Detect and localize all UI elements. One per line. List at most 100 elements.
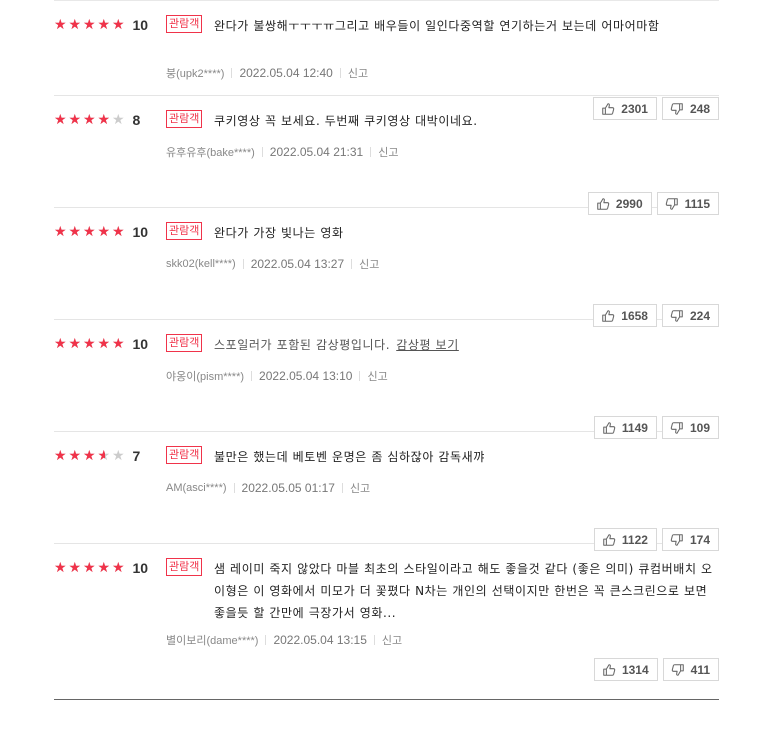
dislike-count: 411: [690, 662, 710, 677]
divider: [359, 371, 361, 381]
star-rating: ★ ★ ★ ★ ★ ★ ★ ★ ★ ★ 10: [54, 337, 148, 351]
star-fill: ★: [97, 561, 111, 575]
divider: [370, 147, 372, 157]
view-review-link[interactable]: 감상평 보기: [396, 338, 459, 352]
star-icon: ★★: [97, 448, 111, 464]
star-fill: ★: [68, 113, 82, 127]
review-item: ★ ★ ★ ★ ★ ★ ★ ★ ★ ★ 10 관람객 완다가 가장 빛나는 영화 skk02(kel…: [54, 208, 719, 327]
review-item: ★ ★ ★ ★ ★ ★ ★ ★ ★ ★ 10 관람객 샘 레이미 죽지 않았다 마블 최초의 스타일…: [54, 544, 719, 700]
star-icon: ★★: [68, 112, 82, 128]
divider: [231, 68, 233, 78]
audience-badge: 관람객: [166, 334, 203, 352]
star-fill: ★: [68, 337, 82, 351]
star-fill: ★: [68, 225, 82, 239]
review-item: ★ ★ ★ ★ ★ ★ ★ ★ ★ ★ 10 관람객 완다가 불쌍해ㅜㅜㅜㅠ그리고 배우들이 일인다…: [54, 1, 719, 120]
star-fill: ★: [112, 225, 125, 239]
star-fill: ★: [83, 337, 96, 351]
review-meta: 유후유후(bake****) 2022.05.04 21:31 신고: [166, 144, 398, 160]
review-text-content: 쿠키영상 꼭 보세요. 두번째 쿠키영상 대박이네요.: [214, 114, 478, 128]
reviewer-name[interactable]: AM(asci****): [166, 482, 227, 494]
report-link[interactable]: 신고: [348, 65, 368, 81]
review-text-content: 샘 레이미 죽지 않았다 마블 최초의 스타일이라고 해도 좋을것 같다 (좋은…: [214, 562, 713, 620]
star-icon: ★★: [97, 112, 111, 128]
star-icon: ★★: [112, 224, 125, 240]
divider: [341, 483, 343, 493]
review-text: 스포일러가 포함된 감상평입니다. 감상평 보기: [214, 334, 714, 356]
review-meta: 야옹이(pism****) 2022.05.04 13:10 신고: [166, 368, 388, 384]
reviewer-name[interactable]: 유후유후(bake****): [166, 144, 255, 160]
star-icon: ★★: [97, 336, 111, 352]
divider: [251, 371, 253, 381]
report-link[interactable]: 신고: [359, 256, 379, 272]
reviewer-name[interactable]: skk02(kell****): [166, 258, 236, 270]
like-count: 1314: [621, 662, 649, 677]
review-meta: 붕(upk2****) 2022.05.04 12:40 신고: [166, 65, 368, 81]
score-value: 10: [132, 17, 149, 33]
star-fill: ★: [68, 561, 82, 575]
audience-badge: 관람객: [166, 446, 203, 464]
star-fill: ★: [83, 225, 96, 239]
star-icon: ★★: [83, 448, 96, 464]
dislike-button[interactable]: 411: [662, 658, 719, 681]
star-icon: ★★: [68, 17, 82, 33]
reviewer-name[interactable]: 별이보리(dame****): [166, 632, 258, 648]
star-fill: ★: [97, 225, 111, 239]
review-date: 2022.05.04 13:27: [250, 257, 345, 271]
score-value: 10: [132, 336, 149, 352]
star-fill: ★: [97, 449, 105, 463]
star-rating: ★★★★★★★★★★7: [54, 449, 140, 463]
divider: [351, 259, 353, 269]
star-fill: ★: [97, 18, 111, 32]
review-date: 2022.05.04 21:31: [269, 145, 364, 159]
reviewer-name[interactable]: 야옹이(pism****): [166, 368, 244, 384]
score-value: 8: [132, 112, 141, 128]
review-text-content: 완다가 불쌍해ㅜㅜㅜㅠ그리고 배우들이 일인다중역할 연기하는거 보는데 어마어…: [214, 19, 660, 33]
report-link[interactable]: 신고: [350, 480, 370, 496]
star-fill: ★: [83, 561, 96, 575]
review-date: 2022.05.04 12:40: [239, 66, 333, 80]
star-icon: ★★: [54, 17, 67, 33]
review-text-content: 완다가 가장 빛나는 영화: [214, 226, 344, 240]
star-icon: ★★: [68, 448, 82, 464]
report-link[interactable]: 신고: [378, 144, 398, 160]
review-text: 완다가 가장 빛나는 영화: [214, 222, 714, 244]
review-text: 쿠키영상 꼭 보세요. 두번째 쿠키영상 대박이네요.: [214, 110, 714, 132]
audience-badge: 관람객: [166, 110, 203, 128]
like-button[interactable]: 1314: [593, 658, 658, 681]
star-icon: ★★: [54, 336, 67, 352]
star-icon: ★★: [97, 224, 111, 240]
star-fill: ★: [68, 449, 82, 463]
star-fill: ★: [83, 449, 96, 463]
star-fill: ★: [97, 113, 111, 127]
star-icon: ★★: [54, 112, 67, 128]
star-icon: ★★: [54, 448, 67, 464]
divider: [242, 259, 244, 269]
star-fill: ★: [54, 561, 67, 575]
star-icon: ★★: [112, 560, 125, 576]
review-text: 샘 레이미 죽지 않았다 마블 최초의 스타일이라고 해도 좋을것 같다 (좋은…: [214, 558, 714, 624]
review-meta: AM(asci****) 2022.05.05 01:17 신고: [166, 480, 370, 496]
star-fill: ★: [112, 337, 125, 351]
star-icon: ★★: [97, 560, 111, 576]
vote-buttons: 1314 411: [593, 658, 719, 681]
star-fill: ★: [54, 225, 67, 239]
star-icon: ★★: [112, 336, 125, 352]
report-link[interactable]: 신고: [382, 632, 402, 648]
star-icon: ★★: [83, 224, 96, 240]
star-fill: ★: [54, 337, 67, 351]
star-fill: ★: [112, 18, 125, 32]
star-rating: ★★★★★★★★★★8: [54, 113, 140, 127]
score-value: 10: [132, 224, 149, 240]
star-fill: ★: [54, 113, 67, 127]
star-fill: ★: [112, 561, 125, 575]
audience-badge: 관람객: [166, 15, 203, 33]
review-date: 2022.05.05 01:17: [241, 481, 335, 495]
star-icon: ★★: [83, 17, 96, 33]
reviewer-name[interactable]: 붕(upk2****): [166, 65, 224, 81]
star-icon: ★★: [54, 224, 67, 240]
review-item: ★ ★ ★ ★ ★ ★ ★ ★ ★ ★ 10 관람객 스포일러가 포함된 감상평입니다. 감상평 보기…: [54, 320, 719, 439]
report-link[interactable]: 신고: [367, 368, 387, 384]
star-fill: ★: [83, 113, 96, 127]
thumbs-up-icon: [603, 663, 616, 676]
star-icon: ★★: [112, 448, 125, 464]
